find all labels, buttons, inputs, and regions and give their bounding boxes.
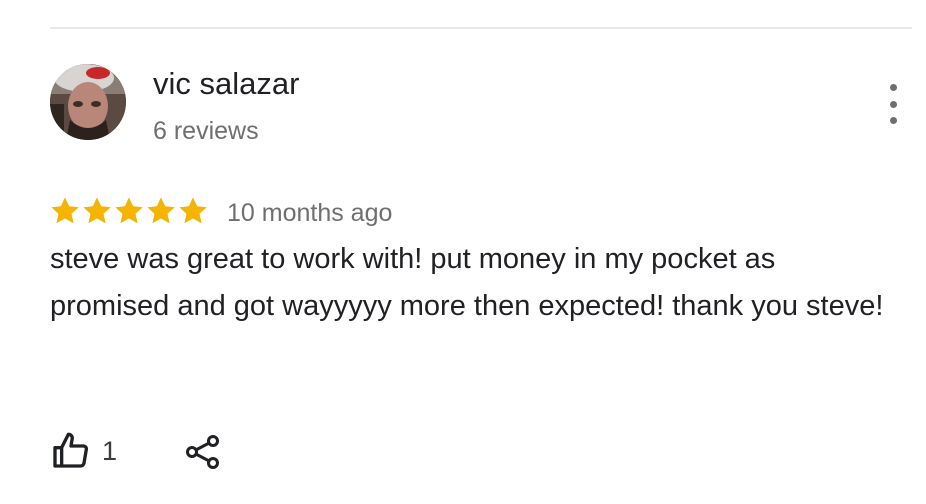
star-rating xyxy=(49,194,209,228)
thumbs-up-icon xyxy=(53,432,89,468)
share-button[interactable] xyxy=(183,432,223,472)
share-icon xyxy=(186,435,219,469)
review-card: vic salazar 6 reviews 10 months ago stev… xyxy=(0,0,926,504)
reviewer-avatar[interactable] xyxy=(50,64,126,140)
more-options-icon[interactable] xyxy=(878,84,908,124)
review-text: steve was great to work with! put money … xyxy=(50,243,884,322)
review-date: 10 months ago xyxy=(227,199,393,227)
reviewer-name[interactable]: vic salazar xyxy=(153,66,299,102)
star-icon xyxy=(51,197,79,224)
star-icon xyxy=(83,197,111,224)
top-divider xyxy=(50,27,912,29)
like-count: 1 xyxy=(102,436,118,466)
reviewer-review-count[interactable]: 6 reviews xyxy=(153,116,259,146)
star-icon xyxy=(179,197,207,224)
star-icon xyxy=(115,197,143,224)
star-icon xyxy=(147,197,175,224)
like-button[interactable]: 1 xyxy=(50,430,117,472)
